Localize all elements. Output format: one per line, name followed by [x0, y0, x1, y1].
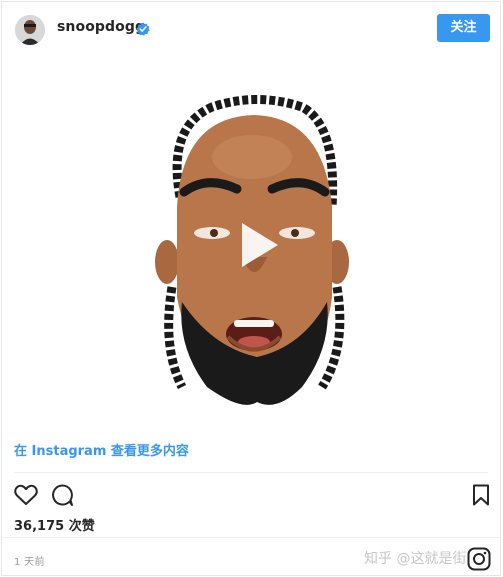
avatar-image — [15, 15, 45, 45]
divider — [14, 472, 488, 473]
post-timestamp[interactable]: 1 天前 — [14, 553, 45, 568]
video-media[interactable] — [2, 57, 500, 429]
comment-icon[interactable] — [49, 482, 75, 508]
view-more-link[interactable]: 在 Instagram 查看更多内容 — [14, 440, 189, 459]
follow-button[interactable]: 关注 — [437, 14, 490, 42]
username-link[interactable]: snoopdogg — [57, 19, 145, 35]
play-icon[interactable] — [220, 209, 292, 281]
bookmark-icon[interactable] — [468, 482, 494, 508]
divider — [2, 537, 500, 538]
heart-icon[interactable] — [13, 482, 39, 508]
likes-count[interactable]: 36,175 次赞 — [14, 515, 95, 534]
verified-badge-icon — [136, 22, 150, 36]
zhihu-watermark: 知乎 @这就是街 — [364, 551, 467, 567]
instagram-logo-icon[interactable] — [467, 547, 491, 571]
avatar[interactable] — [15, 15, 45, 45]
post-header: snoopdogg 关注 — [2, 2, 500, 57]
instagram-embed-card: snoopdogg 关注 在 Instagram 查看更多内容 36,175 次… — [1, 1, 501, 576]
